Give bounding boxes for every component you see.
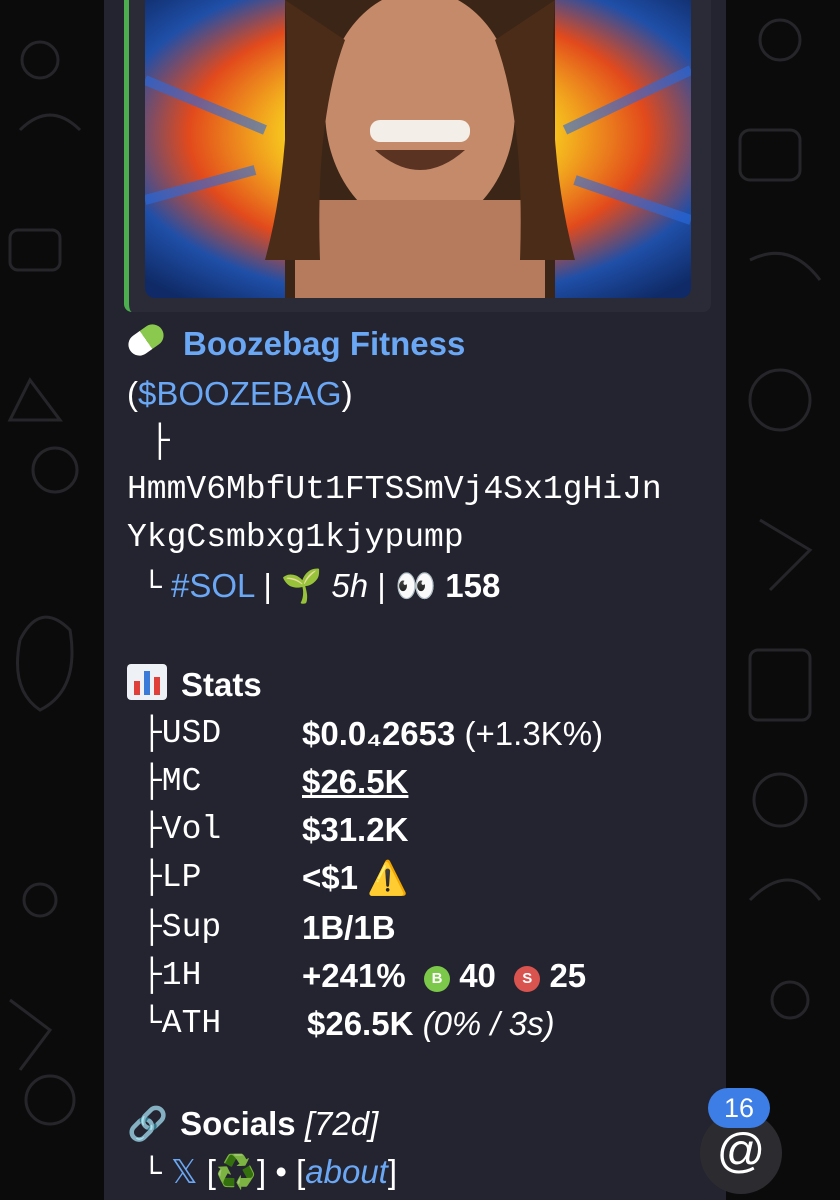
- tree-end: └: [142, 570, 162, 607]
- buys-count: 40: [459, 957, 496, 994]
- stat-value: $31.2K: [302, 811, 409, 848]
- tree-end: └: [142, 1156, 162, 1193]
- token-ticker: ($BOOZEBAG): [127, 374, 353, 414]
- warning-icon: ⚠️: [367, 859, 409, 896]
- token-meta: └ #SOL | 🌱 5h | 👀 158: [142, 566, 500, 609]
- stat-value: +241% B 40 S 25: [302, 957, 587, 994]
- stats-title: Stats: [181, 666, 262, 703]
- socials-title: Socials: [180, 1105, 296, 1142]
- sells-icon: S: [514, 966, 541, 992]
- separator: |: [368, 567, 395, 604]
- preview-image[interactable]: [145, 0, 691, 298]
- paren-close: ): [341, 375, 353, 412]
- dot-separator: •: [275, 1153, 287, 1190]
- stat-key: ├LP: [142, 859, 202, 896]
- token-age: 5h: [331, 567, 369, 604]
- tree-branch: ├: [150, 423, 170, 460]
- sells-count: 25: [549, 957, 587, 994]
- bar-chart-icon: [127, 664, 167, 700]
- stat-key: ├MC: [142, 763, 202, 800]
- view-count: 158: [445, 567, 501, 604]
- socials-header: 🔗 Socials [72d]: [127, 1104, 378, 1144]
- bracket: ]: [257, 1153, 267, 1190]
- stat-value: 1B/1B: [302, 909, 396, 946]
- stat-value: <$1 ⚠️: [302, 859, 409, 896]
- about-link[interactable]: about: [305, 1153, 388, 1190]
- seedling-icon: 🌱: [281, 567, 323, 604]
- pill-icon: [124, 320, 168, 360]
- stat-key: ├Vol: [142, 811, 222, 848]
- stat-key: ├USD: [142, 715, 222, 752]
- bracket: [: [206, 1153, 216, 1190]
- paren-open: (: [127, 375, 138, 412]
- stat-value: $0.0₄2653 (+1.3K%): [302, 715, 604, 752]
- x-link[interactable]: 𝕏: [171, 1153, 198, 1190]
- link-icon: 🔗: [127, 1105, 169, 1142]
- stat-value: $26.5K (0% / 3s): [307, 1005, 555, 1042]
- buys-icon: B: [424, 966, 451, 992]
- recycle-icon[interactable]: ♻️: [216, 1153, 257, 1190]
- chain-hashtag[interactable]: #SOL: [171, 567, 254, 604]
- separator: |: [254, 567, 282, 604]
- stats-header: Stats: [127, 664, 262, 705]
- contract-address-line2[interactable]: YkgCsmbxg1kjypump: [127, 518, 464, 558]
- token-title: Boozebag Fitness: [124, 320, 465, 364]
- token-name-link[interactable]: Boozebag Fitness: [183, 325, 465, 362]
- mention-count-badge: 16: [708, 1088, 770, 1128]
- socials-age: [72d]: [304, 1105, 379, 1142]
- bracket: ]: [387, 1153, 398, 1190]
- contract-address-line1[interactable]: HmmV6MbfUt1FTSSmVj4Sx1gHiJn: [127, 470, 662, 510]
- bracket: [: [296, 1153, 306, 1190]
- ticker-link[interactable]: $BOOZEBAG: [138, 375, 342, 412]
- stat-key: └ATH: [142, 1005, 222, 1042]
- socials-links: └ 𝕏 [♻️] • [about]: [142, 1152, 397, 1195]
- market-cap-link[interactable]: $26.5K: [302, 762, 408, 802]
- eyes-icon: 👀: [394, 567, 437, 604]
- stat-key: ├Sup: [142, 909, 222, 946]
- stat-key: ├1H: [142, 957, 202, 994]
